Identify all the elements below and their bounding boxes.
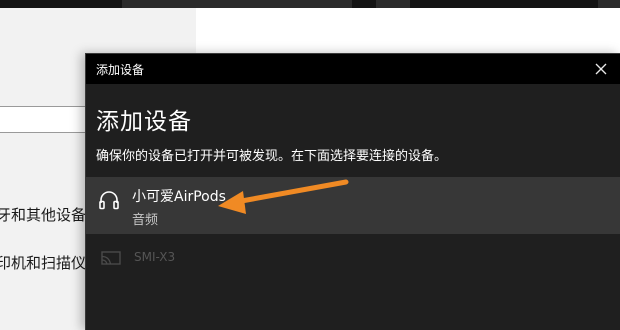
sidebar-item-printers-scanners[interactable]: 打印机和扫描仪 — [0, 252, 86, 273]
display-icon — [101, 251, 121, 265]
dialog-heading: 添加设备 — [96, 109, 192, 135]
dialog-titlebar-title: 添加设备 — [96, 63, 145, 77]
device-name: SMI-X3 — [134, 250, 176, 264]
device-list-item-smi-x3[interactable]: SMI-X3 — [86, 240, 620, 276]
device-list-item-airpods[interactable]: 小可爱AirPods 音频 — [86, 177, 620, 234]
topbar-segment — [352, 0, 376, 8]
background-window-topbar — [0, 0, 620, 8]
add-device-dialog: 添加设备 添加设备 确保你的设备已打开并可被发现。在下面选择要连接的设备。 小可… — [85, 53, 620, 330]
device-type: 音频 — [132, 213, 159, 228]
headphones-icon — [99, 191, 119, 210]
topbar-segment — [410, 0, 598, 8]
close-icon — [595, 63, 607, 75]
close-button[interactable] — [588, 56, 614, 82]
background-search-input[interactable] — [0, 106, 86, 133]
dialog-titlebar: 添加设备 — [86, 54, 620, 84]
sidebar-item-bluetooth-devices[interactable]: 蓝牙和其他设备 — [0, 204, 86, 225]
topbar-segment — [0, 0, 122, 8]
device-name: 小可爱AirPods — [132, 189, 226, 205]
dialog-description: 确保你的设备已打开并可被发现。在下面选择要连接的设备。 — [96, 149, 448, 164]
